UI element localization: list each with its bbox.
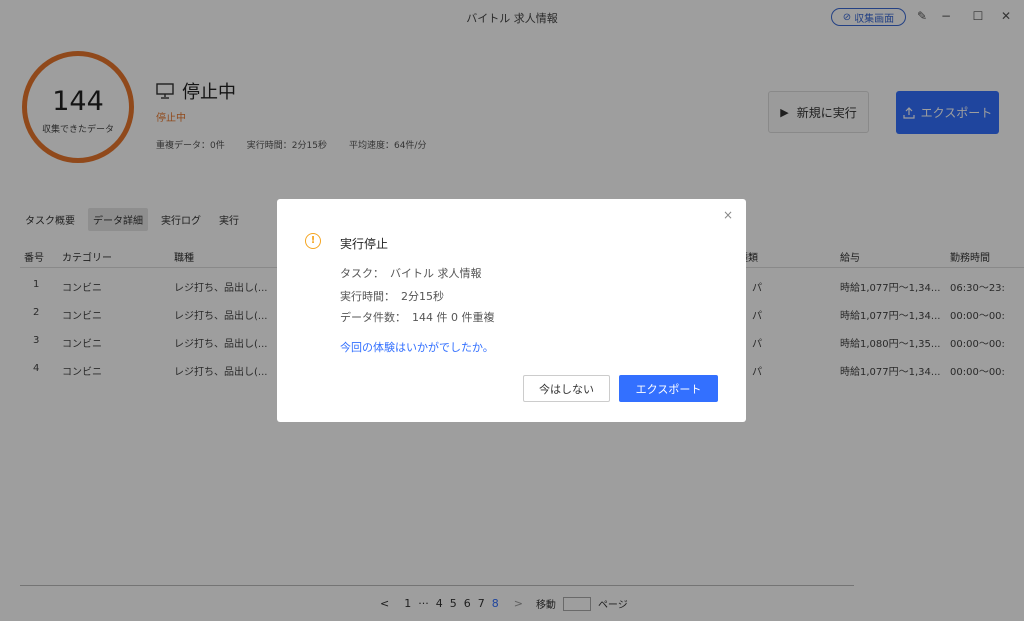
dialog-title: 実行停止 — [340, 237, 389, 251]
dialog-run-time-line: 実行時間： 2分15秒 — [340, 290, 444, 303]
dialog-task-line: タスク： バイトル 求人情報 — [340, 267, 482, 280]
stop-dialog: × ! 実行停止 タスク： バイトル 求人情報 実行時間： 2分15秒 データ件数：… — [277, 199, 746, 422]
dialog-data-count-line: データ件数： 144 件 0 件重複 — [340, 311, 495, 324]
feedback-link[interactable]: 今回の体験はいかがでしたか。 — [340, 339, 494, 355]
not-now-button[interactable]: 今はしない — [523, 375, 610, 402]
dialog-close-icon[interactable]: × — [723, 208, 733, 222]
dialog-export-button[interactable]: エクスポート — [619, 375, 718, 402]
warning-icon: ! — [305, 233, 321, 249]
